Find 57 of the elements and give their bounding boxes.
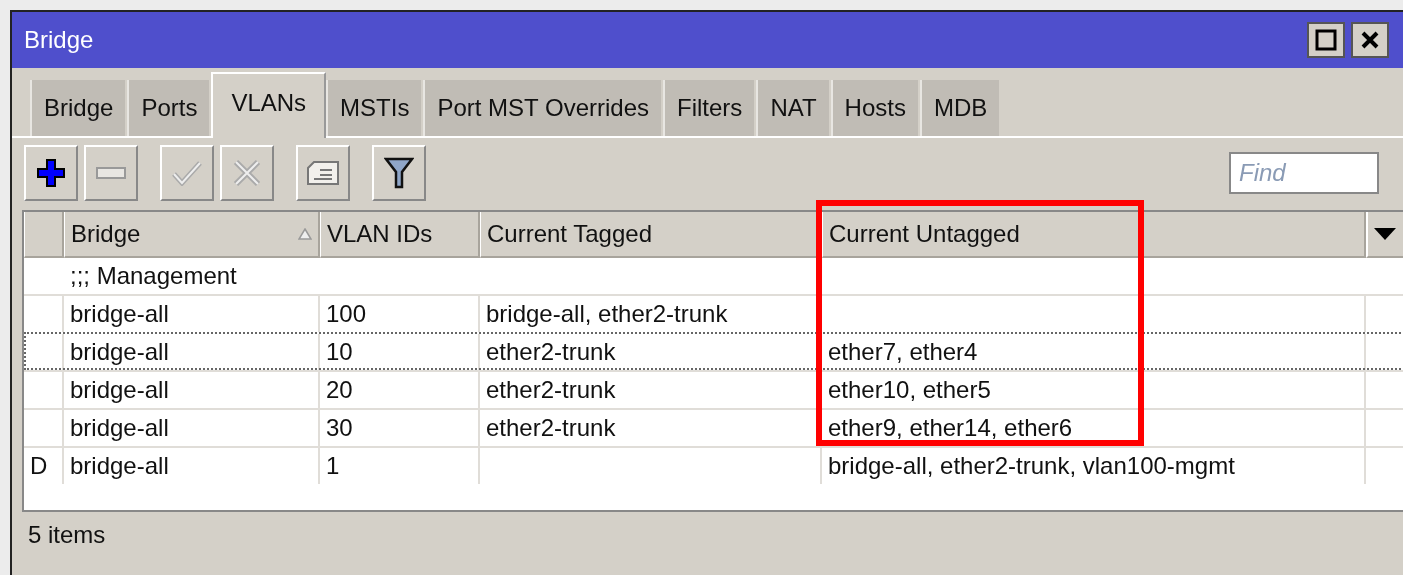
table-cell-text: ether10, ether5 (828, 375, 991, 405)
table-cell-text: ether2-trunk (486, 375, 616, 405)
table-cell-text: bridge-all (70, 413, 169, 443)
status-text: 5 items (28, 520, 106, 550)
table-row[interactable]: bridge-all 30 ether2-trunk ether9, ether14, ether6 (24, 408, 1403, 446)
comment-text: ;;; Management (70, 261, 237, 291)
tab[interactable]: VLANs (211, 72, 327, 138)
tab[interactable]: Port MST Overrides (423, 80, 662, 136)
table-row[interactable]: bridge-all 20 ether2-trunk ether10, ether5 (24, 370, 1403, 408)
table-cell-text: ether7, ether4 (828, 337, 978, 367)
filter-button[interactable] (372, 145, 426, 201)
column-header[interactable]: Bridge (64, 212, 320, 258)
enable-button[interactable] (160, 145, 214, 201)
table-cell-text: bridge-all, ether2-trunk (486, 299, 728, 329)
column-header[interactable]: Current Untagged (822, 212, 1366, 258)
tab[interactable]: Bridge (30, 80, 126, 136)
table-cell-text: bridge-all (70, 337, 169, 367)
table-cell-text: 100 (326, 299, 367, 329)
tab[interactable]: NAT (756, 80, 829, 136)
table-row[interactable]: bridge-all 100 bridge-all, ether2-trunk (24, 294, 1403, 332)
table-row[interactable]: D bridge-all 1 bridge-all, ether2-trunk, vlan100-mgmt (24, 446, 1403, 484)
filter-icon (384, 156, 414, 190)
column-header[interactable]: VLAN IDs (320, 212, 480, 258)
table-cell-text: bridge-all (70, 451, 169, 481)
tab[interactable]: Ports (127, 80, 210, 136)
tab[interactable]: Filters (663, 80, 755, 136)
table-cell-text: 1 (326, 451, 340, 481)
window-title: Bridge (24, 25, 95, 55)
table-cell-text: bridge-all (70, 299, 169, 329)
comment-button[interactable] (296, 145, 350, 201)
cross-icon (233, 159, 261, 187)
disable-button[interactable] (220, 145, 274, 201)
dropdown-arrow-icon[interactable] (1374, 228, 1396, 240)
add-button[interactable] (24, 145, 78, 201)
close-icon (1360, 30, 1380, 50)
search-field[interactable]: Find (1229, 152, 1379, 194)
note-icon (306, 160, 340, 186)
table-row[interactable]: bridge-all 10 ether2-trunk ether7, ether4 (24, 332, 1403, 370)
table-cell-text: bridge-all (70, 375, 169, 405)
maximize-icon (1315, 29, 1337, 51)
flag-text: D (30, 451, 48, 481)
table-cell-text: ether2-trunk (486, 413, 616, 443)
tab[interactable]: MDB (919, 80, 1000, 136)
check-icon (172, 160, 202, 186)
table-cell-text: ether2-trunk (486, 337, 616, 367)
table-cell-text: ether9, ether14, ether6 (828, 413, 1073, 443)
tab[interactable]: Hosts (830, 80, 918, 136)
table-cell-text: 10 (326, 337, 353, 367)
table-cell-text: bridge-all, ether2-trunk, vlan100-mgmt (828, 451, 1235, 481)
maximize-button[interactable] (1307, 22, 1345, 58)
plus-icon (36, 158, 66, 188)
remove-button[interactable] (84, 145, 138, 201)
table-cell-text: 20 (326, 375, 353, 405)
table-cell-text: 30 (326, 413, 353, 443)
tab[interactable]: MSTIs (326, 80, 422, 136)
minus-icon (96, 167, 126, 179)
close-button[interactable] (1351, 22, 1389, 58)
